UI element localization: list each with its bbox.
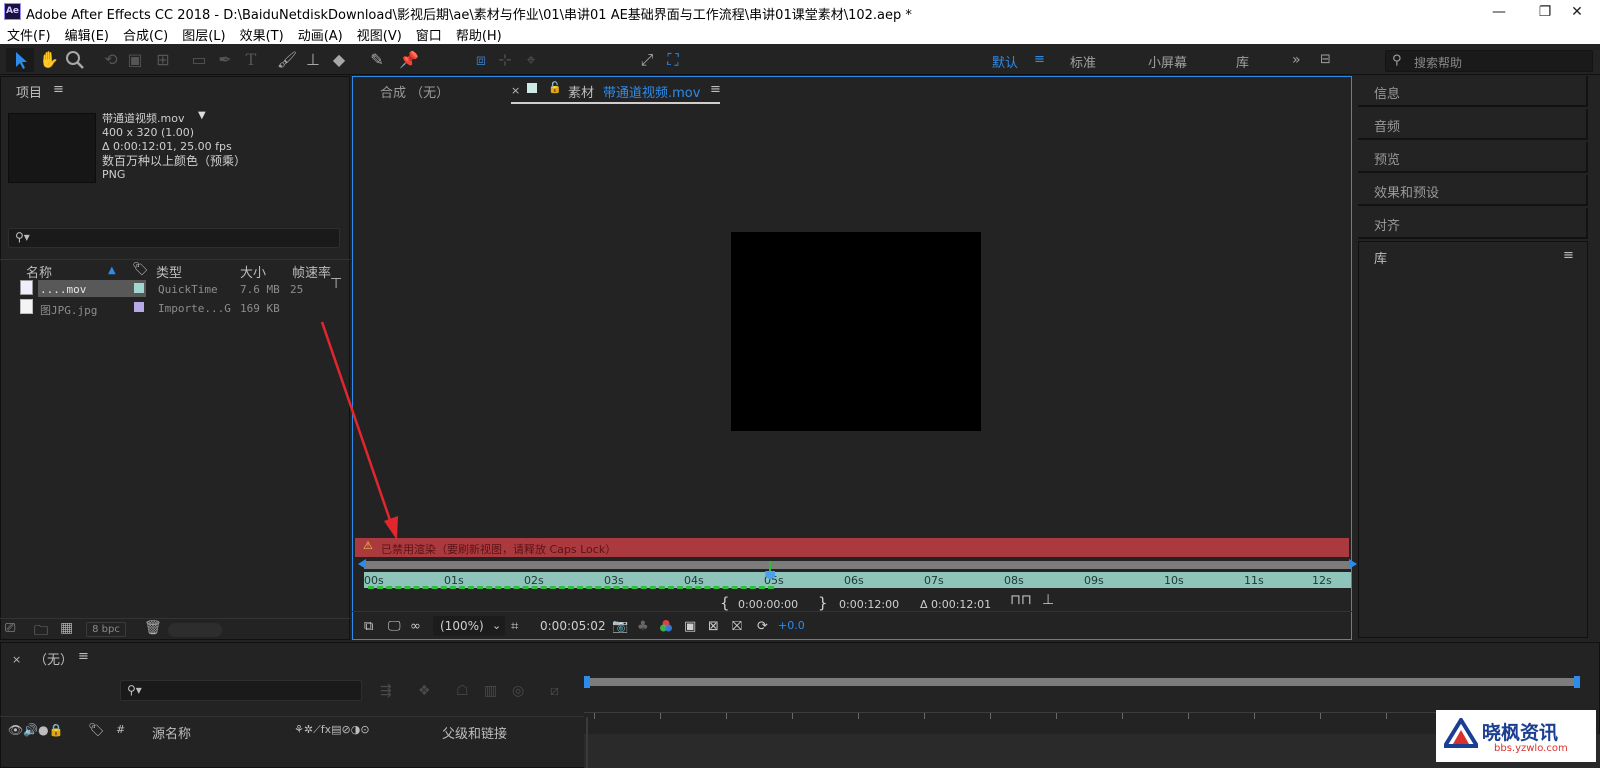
watermark-name: 晓枫资讯: [1482, 722, 1559, 744]
annotation-arrow: [320, 321, 398, 540]
watermark: 晓枫资讯 bbs.yzwlo.com: [1436, 710, 1596, 762]
watermark-logo-icon: [1444, 718, 1478, 748]
watermark-url: bbs.yzwlo.com: [1494, 743, 1568, 754]
